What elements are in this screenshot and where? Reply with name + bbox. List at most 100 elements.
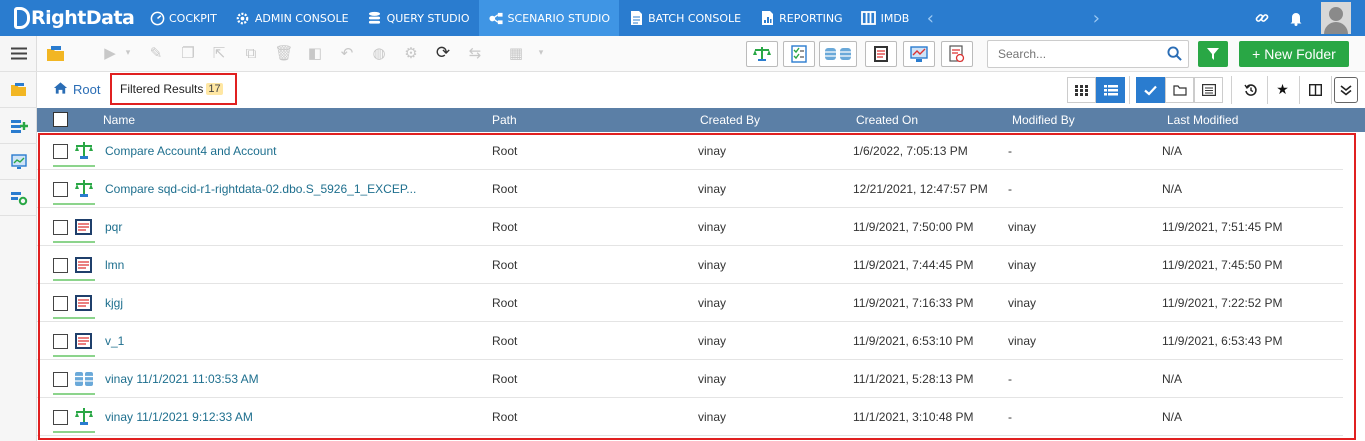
- folder-icon[interactable]: [0, 72, 37, 108]
- nav-item-scenario-studio[interactable]: SCENARIO STUDIO: [478, 0, 620, 36]
- new-dashboard-button[interactable]: [903, 41, 935, 67]
- table-row[interactable]: kjgj Root vinay 11/9/2021, 7:16:33 PM vinay 1…: [37, 284, 1343, 322]
- row-checkbox[interactable]: [53, 258, 68, 273]
- table-row[interactable]: vinay 11/1/2021 9:12:33 AM Root vinay 11/1/…: [37, 398, 1343, 436]
- table-row[interactable]: Compare Account4 and Account Root vinay 1/6…: [37, 132, 1343, 170]
- cell-last-modified: 11/9/2021, 6:53:43 PM: [1162, 334, 1283, 348]
- brand-name: RightData: [31, 7, 135, 29]
- new-rule-button[interactable]: [941, 41, 973, 67]
- list-view-button[interactable]: [1096, 77, 1125, 103]
- cell-created-by: vinay: [698, 334, 727, 348]
- nav-item-batch-console[interactable]: BATCH CONSOLE: [619, 0, 750, 36]
- select-all-checkbox[interactable]: [53, 112, 68, 127]
- column-header-last-modified[interactable]: Last Modified: [1167, 113, 1238, 127]
- cell-name[interactable]: vinay 11/1/2021 9:12:33 AM: [105, 410, 460, 424]
- grid-tool-dropdown-icon[interactable]: ▾: [530, 42, 552, 64]
- divider: [1299, 76, 1300, 104]
- duplicate-icon[interactable]: ⧉: [240, 42, 262, 64]
- new-folder-button[interactable]: + New Folder: [1239, 41, 1349, 67]
- new-report-button[interactable]: [865, 41, 897, 67]
- table-row[interactable]: Compare sqd-cid-r1-rightdata-02.dbo.S_59…: [37, 170, 1343, 208]
- copy-icon[interactable]: ❐: [177, 42, 199, 64]
- edit-icon[interactable]: ✎: [145, 42, 167, 64]
- link-icon[interactable]: [1245, 0, 1279, 36]
- cell-name[interactable]: Compare Account4 and Account: [105, 144, 460, 158]
- column-header-path[interactable]: Path: [492, 113, 517, 127]
- compare-split-icon[interactable]: ◧: [304, 42, 326, 64]
- monitor-icon[interactable]: [0, 144, 37, 180]
- hamburger-menu-icon[interactable]: [0, 36, 37, 72]
- column-header-created-on[interactable]: Created On: [856, 113, 918, 127]
- cell-name[interactable]: vinay 11/1/2021 11:03:53 AM: [105, 372, 460, 386]
- cell-modified-by: -: [1008, 372, 1012, 386]
- nav-scroll-left-icon[interactable]: ‹: [918, 8, 942, 29]
- settings-icon[interactable]: ⚙: [400, 42, 422, 64]
- add-scenario-icon[interactable]: [0, 108, 37, 144]
- row-checkbox[interactable]: [53, 296, 68, 311]
- row-checkbox[interactable]: [53, 182, 68, 197]
- filter-icon: [1207, 48, 1219, 60]
- table-row[interactable]: vinay 11/1/2021 11:03:53 AM Root vinay 11/1…: [37, 360, 1343, 398]
- cell-path: Root: [492, 144, 518, 158]
- collapse-button[interactable]: [1334, 77, 1358, 103]
- folder-open-icon[interactable]: [45, 42, 67, 64]
- run-dropdown-icon[interactable]: ▾: [117, 42, 139, 64]
- cell-name[interactable]: v_1: [105, 334, 460, 348]
- top-navigation: RightData COCKPIT ADMIN CONSOLE QUERY ST…: [0, 0, 1365, 36]
- cell-path: Root: [492, 334, 518, 348]
- nav-scroll-right-icon[interactable]: ›: [1084, 8, 1108, 29]
- new-compare-button[interactable]: [746, 41, 778, 67]
- nav-item-imdb[interactable]: IMDB: [852, 0, 919, 36]
- nav-item-admin-console[interactable]: ADMIN CONSOLE: [226, 0, 358, 36]
- history-button[interactable]: [1236, 77, 1265, 103]
- table-row[interactable]: lmn Root vinay 11/9/2021, 7:44:45 PM vinay 11…: [37, 246, 1343, 284]
- scenario-icon: [74, 293, 94, 313]
- refresh-icon[interactable]: ⟳: [432, 42, 454, 64]
- select-all-button[interactable]: [1136, 77, 1165, 103]
- rightdata-logo[interactable]: RightData: [0, 0, 140, 36]
- nav-item-cockpit[interactable]: COCKPIT: [140, 0, 226, 36]
- row-checkbox[interactable]: [53, 410, 68, 425]
- cell-name[interactable]: pqr: [105, 220, 460, 234]
- favorites-button[interactable]: ★: [1268, 77, 1297, 103]
- new-database-compare-button[interactable]: [819, 41, 857, 67]
- split-pane-button[interactable]: [1301, 77, 1330, 103]
- cell-modified-by: -: [1008, 144, 1012, 158]
- cell-name[interactable]: Compare sqd-cid-r1-rightdata-02.dbo.S_59…: [105, 182, 460, 196]
- cell-name[interactable]: kjgj: [105, 296, 460, 310]
- breadcrumb-filtered-results[interactable]: Filtered Results 17: [110, 73, 237, 105]
- details-view-button[interactable]: [1194, 77, 1223, 103]
- column-header-name[interactable]: Name: [103, 113, 135, 127]
- search-input[interactable]: [988, 41, 1158, 67]
- globe-icon[interactable]: ◍: [368, 42, 390, 64]
- grid-view-button[interactable]: [1067, 77, 1096, 103]
- nav-item-query-studio[interactable]: QUERY STUDIO: [358, 0, 479, 36]
- breadcrumb-root[interactable]: Root: [53, 81, 100, 98]
- row-type-underline: [53, 203, 95, 205]
- delete-icon[interactable]: 🗑: [273, 42, 295, 64]
- filter-button[interactable]: [1198, 41, 1228, 67]
- toolbar: ▶ ▾ ✎ ❐ ⇱ ⧉ 🗑 ◧ ↶ ◍ ⚙ ⟳ ⇆ ▦ ▾ + New Fold…: [37, 36, 1365, 72]
- report-icon: [759, 10, 775, 26]
- table-row[interactable]: pqr Root vinay 11/9/2021, 7:50:00 PM vinay 11…: [37, 208, 1343, 246]
- row-checkbox[interactable]: [53, 144, 68, 159]
- search-icon[interactable]: [1167, 46, 1182, 65]
- undo-icon[interactable]: ↶: [336, 42, 358, 64]
- column-header-modified-by[interactable]: Modified By: [1012, 113, 1075, 127]
- move-icon[interactable]: ⇱: [208, 42, 230, 64]
- row-checkbox[interactable]: [53, 372, 68, 387]
- row-checkbox[interactable]: [53, 220, 68, 235]
- transfer-icon[interactable]: ⇆: [464, 42, 486, 64]
- table-row[interactable]: v_1 Root vinay 11/9/2021, 6:53:10 PM vinay 11…: [37, 322, 1343, 360]
- grid-tool-icon[interactable]: ▦: [501, 42, 531, 64]
- folder-view-button[interactable]: [1165, 77, 1194, 103]
- settings-list-icon[interactable]: [0, 180, 37, 216]
- bell-icon[interactable]: [1279, 0, 1313, 36]
- user-avatar[interactable]: [1321, 2, 1351, 34]
- gear-icon: [235, 10, 251, 26]
- cell-name[interactable]: lmn: [105, 258, 460, 272]
- row-checkbox[interactable]: [53, 334, 68, 349]
- new-checklist-button[interactable]: [783, 41, 815, 67]
- column-header-created-by[interactable]: Created By: [700, 113, 760, 127]
- nav-item-reporting[interactable]: REPORTING: [750, 0, 851, 36]
